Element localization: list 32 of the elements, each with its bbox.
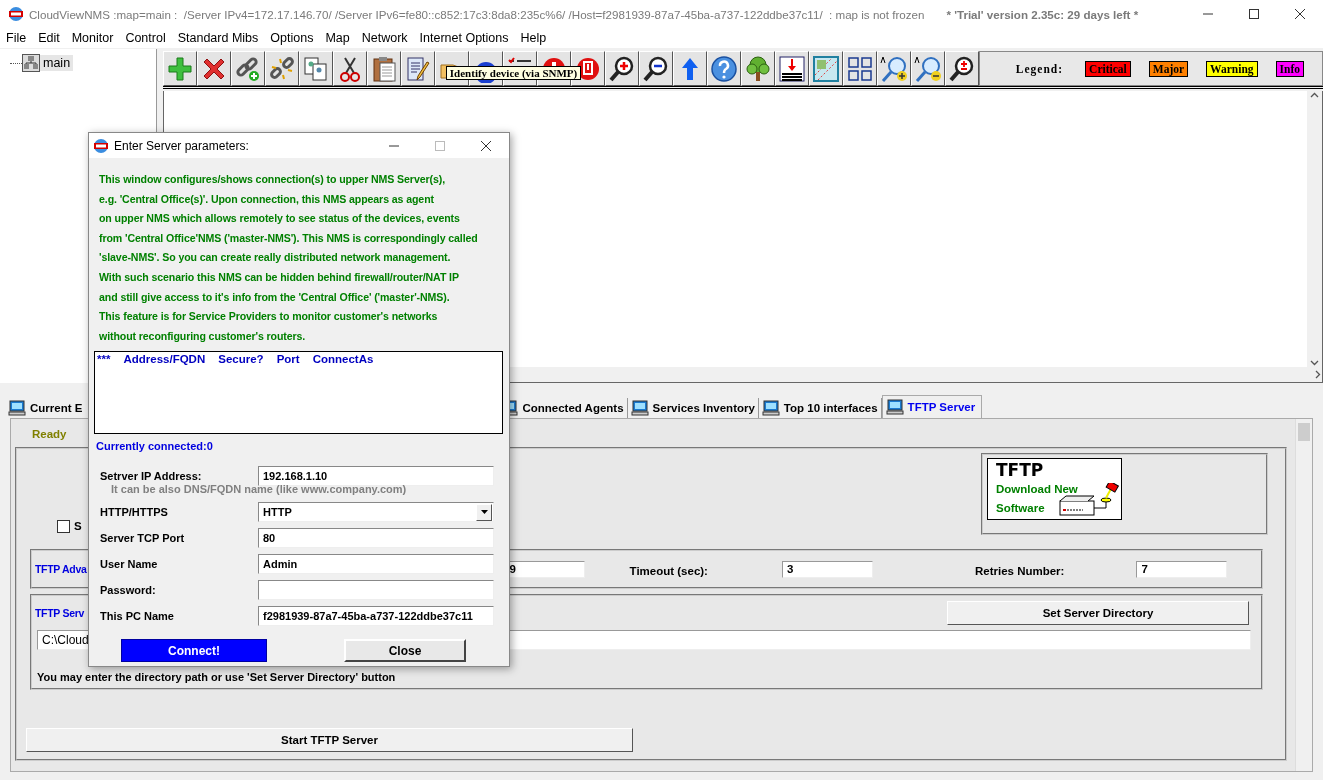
tooltip: Identify device (via SNMP) — [445, 66, 582, 80]
column-header: Port — [276, 353, 300, 366]
field-label: Server TCP Port — [100, 532, 186, 545]
legend-badge: Critical — [1085, 60, 1131, 77]
field-label: Timeout (sec): — [629, 565, 708, 577]
field-label: Retries Number: — [974, 565, 1065, 577]
column-header: *** — [97, 353, 111, 366]
description-text: This window configures/shows connection(s) to upper NMS Server(s), e.g. 'Central Office(s)'. Upon connection, this NMS appears as agent on upper NMS which allows remotely to see status of the devices, events from 'Central Office'NMS ('master-NMS'). This NMS is correspondingly called 'slave-NMS'. So you can create really distributed network management. With such scenario this NMS can be hidden behind firewall/router/NAT IP and still give access to it's info from the 'Central Office' ('master'-NMS). This feature is for Service Providers to monitor customer's networks without reconfiguring customer's routers. — [99, 172, 479, 344]
field-label: User Name — [100, 558, 159, 571]
field-label: Password: — [100, 584, 157, 597]
legend-badge: Major — [1148, 60, 1189, 77]
connection-count: Currently connected:0 — [96, 440, 214, 453]
trial-notice: * 'Trial' version 2.35c: 29 days left * — [946, 7, 1139, 21]
status-text: Ready — [32, 428, 67, 440]
banner-text: Download New — [996, 482, 1078, 497]
legend-badge: Warning — [1206, 60, 1258, 77]
window-title: CloudViewNMS :map=main : /Server IPv4=172.17.146.70/ /Server IPv6=fe80::c852:17c3:8da8:235c%6/ /Host=f2981939-87a7-45ba-a737-122ddbe37c11/ : map is not frozen — [29, 7, 925, 21]
legend-badge: Info — [1275, 60, 1304, 77]
column-header: Secure? — [218, 353, 264, 366]
column-header: Address/FQDN — [123, 353, 206, 366]
field-label: Setrver IP Address: — [100, 470, 203, 483]
group-title: TFTP Adva — [35, 563, 87, 575]
legend-label: Legend: — [1015, 62, 1064, 75]
column-header: ConnectAs — [312, 353, 374, 366]
group-title: TFTP Serv — [35, 607, 85, 619]
banner-text: Software — [996, 501, 1046, 516]
checkbox-label: S — [74, 520, 82, 532]
field-label: HTTP/HTTPS — [100, 506, 169, 519]
dialog-title: Enter Server parameters: — [114, 138, 249, 153]
field-label: This PC Name — [100, 610, 175, 623]
help-text: You may enter the directory path or use 'Set Server Directory' button — [37, 671, 397, 683]
banner-title: TFTP — [996, 460, 1045, 480]
